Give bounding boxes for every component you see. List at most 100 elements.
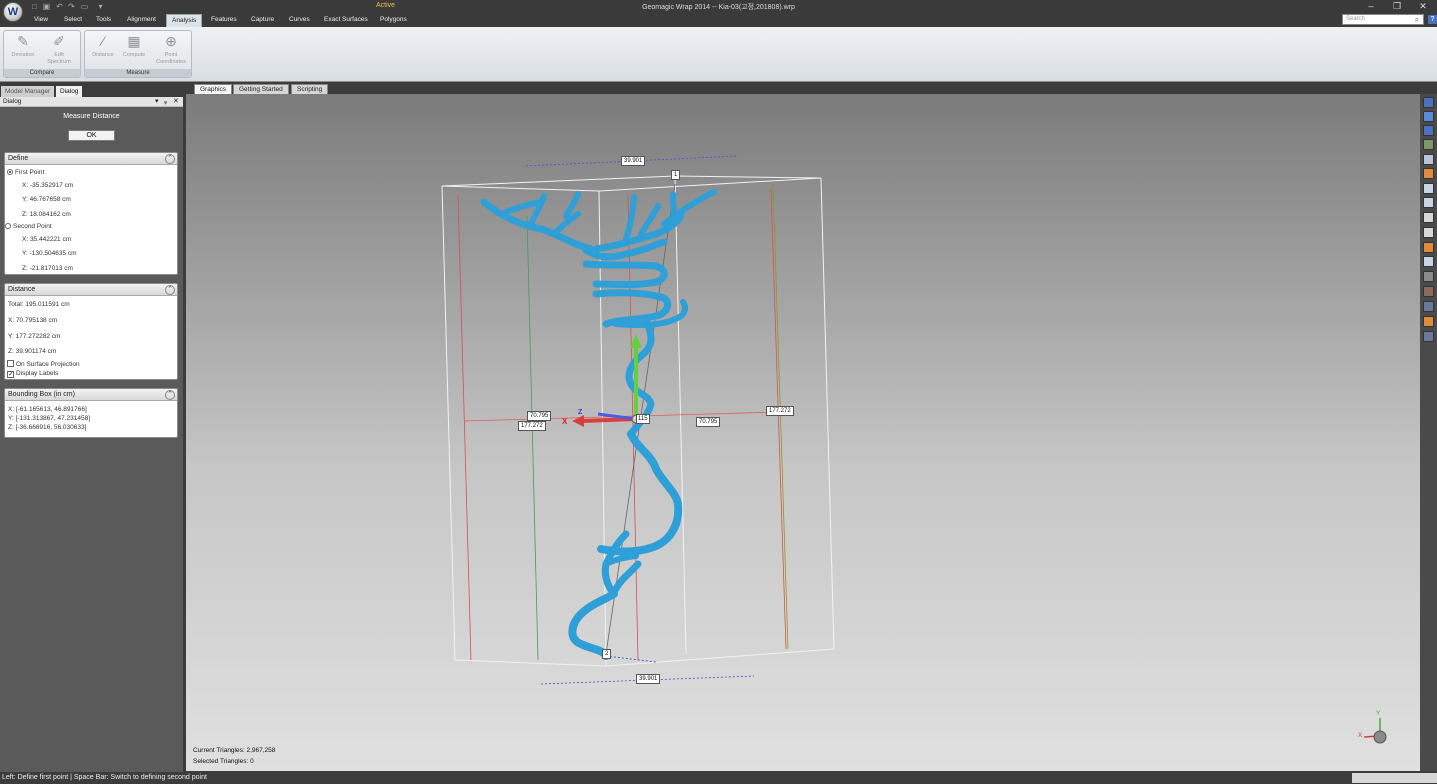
lasso-tool-icon[interactable] (1423, 256, 1434, 267)
tab-dialog[interactable]: Dialog (56, 86, 83, 97)
display-labels-checkbox[interactable]: ✓ Display Labels (7, 370, 58, 378)
menu-alignment[interactable]: Alignment (127, 16, 156, 23)
ribbon: ✎ Deviation ✐ Edit Spectrum Compare ⁄ Di… (0, 27, 1437, 82)
view-search-icon[interactable] (1423, 154, 1434, 165)
view-back-icon[interactable] (1423, 197, 1434, 208)
pin-icon[interactable]: ᵩ (164, 97, 167, 107)
edit-spectrum-button[interactable]: ✐ Edit Spectrum (44, 33, 74, 71)
distance-header[interactable]: Distance ⌃ (5, 284, 177, 296)
menu-exact-surfaces[interactable]: Exact Surfaces (324, 16, 368, 23)
menu-analysis[interactable]: Analysis (166, 14, 203, 27)
eraser-tool-icon[interactable] (1423, 301, 1434, 312)
close-icon[interactable]: ✕ (1416, 1, 1430, 12)
menu-features[interactable]: Features (211, 16, 237, 23)
view-fit-icon[interactable] (1423, 97, 1434, 108)
highlight-tool-icon[interactable] (1423, 316, 1434, 327)
search-icon[interactable]: ⌕ (1411, 14, 1423, 25)
deviation-icon: ✎ (17, 33, 29, 49)
deviation-button[interactable]: ✎ Deviation (8, 33, 38, 71)
radio-selected-icon (7, 169, 13, 175)
calculator-icon: ▦ (127, 33, 141, 49)
on-surface-projection-checkbox[interactable]: On Surface Projection (7, 360, 80, 368)
label-y-right: 177.272 (766, 406, 794, 416)
define-header[interactable]: Define ⌃ (5, 153, 177, 165)
minimize-icon[interactable]: – (1364, 1, 1378, 12)
current-triangles: Current Triangles: 2,967,258 (193, 747, 276, 754)
display-settings-icon[interactable] (1423, 331, 1434, 342)
tab-graphics[interactable]: Graphics (194, 84, 233, 94)
ribbon-group-compare: ✎ Deviation ✐ Edit Spectrum Compare (3, 30, 81, 78)
dialog-header: Dialog ▾ ᵩ ✕ (0, 97, 183, 107)
compute-button[interactable]: ▦ Compute (119, 33, 149, 71)
menu-bar: View Select Tools Alignment Analysis Fea… (0, 13, 1437, 27)
label-z-bottom: 39.901 (636, 674, 661, 684)
selected-triangles: Selected Triangles: 0 (193, 758, 254, 765)
collapse-icon[interactable]: ⌃ (165, 285, 175, 295)
point-coordinates-button[interactable]: ⊕ Point Coordinates (154, 33, 188, 71)
distance-y: Y: 177.272282 cm (8, 333, 61, 340)
radio-unselected-icon (5, 223, 11, 229)
graphics-viewport[interactable]: 39.901 39.901 70.795 70.795 177.272 177.… (186, 94, 1420, 771)
help-icon[interactable]: ? (1428, 15, 1437, 24)
bounding-box-section: Bounding Box (in cm) ⌃ X: [-61.165613, 4… (4, 388, 178, 438)
left-panel-tabs: Model Manager Dialog (0, 85, 185, 97)
dialog-header-label: Dialog (3, 98, 22, 105)
edit-spectrum-icon: ✐ (53, 33, 65, 49)
status-bar: Left: Define first point | Space Bar: Sw… (0, 772, 1437, 784)
menu-capture[interactable]: Capture (251, 16, 274, 23)
select-tool-icon[interactable] (1423, 242, 1434, 253)
view-color-icon[interactable] (1423, 168, 1434, 179)
menu-view[interactable]: View (34, 16, 48, 23)
brush-tool-icon[interactable] (1423, 271, 1434, 282)
first-z: Z: 18.084162 cm (22, 211, 71, 218)
tab-model-manager[interactable]: Model Manager (1, 86, 55, 97)
group-label-measure: Measure (85, 69, 191, 77)
second-point-radio[interactable]: Second Point (5, 223, 52, 230)
label-x-right: 70.795 (696, 417, 721, 427)
view-side-icon[interactable] (1423, 212, 1434, 223)
point-coordinates-icon: ⊕ (165, 33, 177, 49)
tab-scripting[interactable]: Scripting (291, 84, 329, 94)
menu-curves[interactable]: Curves (289, 16, 310, 23)
bounding-box-header[interactable]: Bounding Box (in cm) ⌃ (5, 389, 177, 401)
define-title: Define (8, 155, 29, 162)
panel-close-icon[interactable]: ✕ (173, 97, 179, 107)
restore-icon[interactable]: ❐ (1390, 1, 1404, 12)
distance-x: X: 70.795138 cm (8, 317, 58, 324)
collapse-icon[interactable]: ⌃ (165, 154, 175, 164)
display-labels-label: Display Labels (16, 370, 59, 377)
scene-svg (441, 155, 835, 685)
distance-button[interactable]: ⁄ Distance (88, 33, 118, 71)
panel-dropdown-icon[interactable]: ▾ (155, 97, 159, 107)
second-point-label: Second Point (13, 223, 52, 230)
bbox-x: X: [-61.165613, 46.891766] (8, 406, 87, 413)
view-front-icon[interactable] (1423, 183, 1434, 194)
distance-total: Total: 195.011591 cm (8, 301, 70, 308)
first-point-radio[interactable]: First Point (7, 169, 44, 176)
deviation-label: Deviation (11, 52, 35, 58)
distance-section: Distance ⌃ Total: 195.011591 cm X: 70.79… (4, 283, 178, 380)
compute-label: Compute (122, 52, 146, 58)
on-surface-label: On Surface Projection (16, 361, 80, 368)
bbox-y: Y: [-131.313867, 47.231458] (8, 415, 91, 422)
viewport-tabs: Graphics Getting Started Scripting (186, 82, 1437, 94)
label-point-2: 2 (602, 649, 612, 659)
tab-getting-started[interactable]: Getting Started (233, 84, 289, 94)
collapse-icon[interactable]: ⌃ (165, 390, 175, 400)
ok-button[interactable]: OK (68, 130, 115, 141)
menu-select[interactable]: Select (64, 16, 82, 23)
bbox-z: Z: [-36.666916, 56.030633] (8, 424, 87, 431)
menu-tools[interactable]: Tools (96, 16, 111, 23)
view-top-icon[interactable] (1423, 227, 1434, 238)
view-zoom-icon[interactable] (1423, 125, 1434, 136)
paint-tool-icon[interactable] (1423, 286, 1434, 297)
app-logo-button[interactable]: W (3, 2, 23, 22)
ok-bar: OK (0, 126, 183, 146)
view-pan-icon[interactable] (1423, 139, 1434, 150)
view-rotate-icon[interactable] (1423, 111, 1434, 122)
second-x: X: 35.442221 cm (22, 236, 72, 243)
title-bar: □ ▣ ↶ ↷ ▭ ▾ Active Geomagic Wrap 2014 --… (0, 0, 1437, 13)
distance-label: Distance (92, 52, 114, 58)
orientation-triad[interactable]: Y X (1354, 710, 1394, 750)
menu-polygons[interactable]: Polygons (380, 16, 407, 23)
